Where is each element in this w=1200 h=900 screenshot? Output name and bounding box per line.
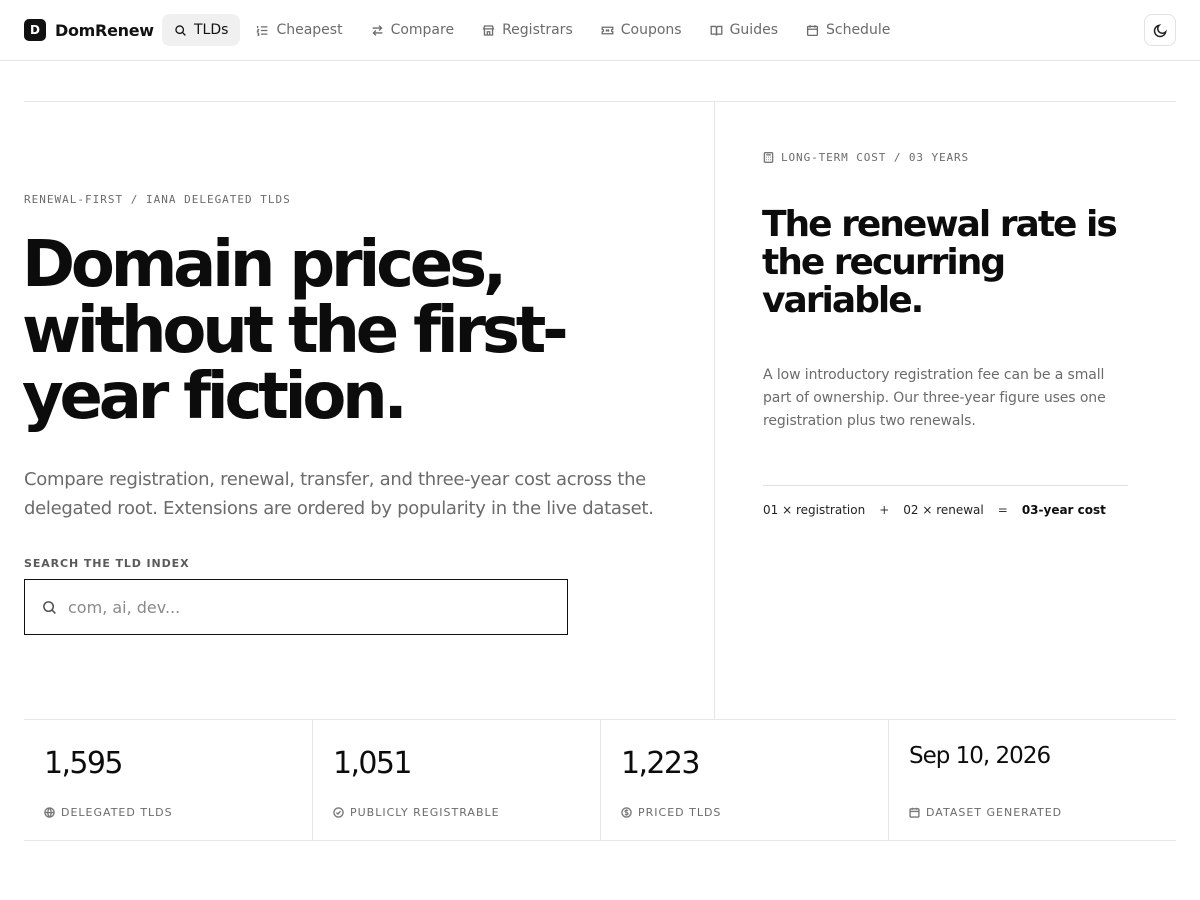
calculator-icon xyxy=(763,152,774,163)
nav-item-label: Compare xyxy=(390,22,455,38)
nav-item-tlds[interactable]: TLDs xyxy=(162,14,241,46)
hero-eyebrow: RENEWAL-FIRST / IANA DELEGATED TLDS xyxy=(24,193,291,206)
stat-publicly-registrable: 1,051 PUBLICLY REGISTRABLE xyxy=(312,720,600,840)
brand-name: DomRenew xyxy=(55,20,154,40)
stat-delegated-tlds: 1,595 DELEGATED TLDS xyxy=(24,720,312,840)
tld-search-box[interactable] xyxy=(24,579,568,635)
formula-term-renewal: 02 × renewal xyxy=(903,503,984,517)
stat-dataset-generated: Sep 10, 2026 DATASET GENERATED xyxy=(888,720,1176,840)
brand-logo[interactable]: D DomRenew xyxy=(24,19,154,41)
nav-item-compare[interactable]: Compare xyxy=(359,14,467,46)
formula-equals: = xyxy=(997,503,1008,517)
store-icon xyxy=(482,24,495,36)
stat-label-text: DELEGATED TLDS xyxy=(61,806,173,819)
arrows-swap-icon xyxy=(372,24,383,36)
dollar-circle-icon xyxy=(621,807,632,818)
list-ordered-icon xyxy=(256,25,268,36)
stat-priced-tlds: 1,223 PRICED TLDS xyxy=(600,720,888,840)
stat-label-text: PUBLICLY REGISTRABLE xyxy=(350,806,500,819)
panel-kicker: LONG-TERM COST / 03 YEARS xyxy=(763,151,969,164)
top-navbar: D DomRenew TLDs Cheapest Compare Registr… xyxy=(0,0,1200,61)
stat-label: PUBLICLY REGISTRABLE xyxy=(333,806,500,819)
stat-value: 1,051 xyxy=(333,746,412,781)
hero-column-divider xyxy=(714,101,715,719)
hero-lede: Compare registration, renewal, transfer,… xyxy=(24,469,654,519)
hero-headline: Domain prices, without the first-year fi… xyxy=(22,228,569,434)
brand-mark: D xyxy=(24,19,46,41)
nav-item-label: TLDs xyxy=(194,22,229,38)
nav-item-label: Cheapest xyxy=(276,22,343,38)
globe-icon xyxy=(44,807,55,818)
stat-value: 1,223 xyxy=(621,746,700,781)
hero-top-divider xyxy=(24,101,1176,102)
moon-icon xyxy=(1153,23,1167,37)
nav-item-coupons[interactable]: Coupons xyxy=(589,14,694,46)
panel-title: The renewal rate is the recurring variab… xyxy=(762,204,1118,321)
ticket-icon xyxy=(601,26,614,34)
calendar-icon xyxy=(806,24,819,36)
stat-label-text: PRICED TLDS xyxy=(638,806,722,819)
panel-divider xyxy=(763,485,1128,486)
nav-item-label: Coupons xyxy=(620,22,682,38)
stat-label: DATASET GENERATED xyxy=(909,806,1062,819)
search-icon xyxy=(43,600,56,614)
theme-toggle-button[interactable] xyxy=(1144,14,1176,46)
nav-item-registrars[interactable]: Registrars xyxy=(470,14,585,46)
stat-label: DELEGATED TLDS xyxy=(44,806,173,819)
stat-label-text: DATASET GENERATED xyxy=(926,806,1063,819)
nav-item-label: Schedule xyxy=(825,22,891,38)
stat-label: PRICED TLDS xyxy=(621,806,721,819)
main-nav: TLDs Cheapest Compare Registrars Coupons… xyxy=(162,14,902,46)
nav-item-label: Registrars xyxy=(502,22,573,38)
nav-item-schedule[interactable]: Schedule xyxy=(794,14,902,46)
formula-term-registration: 01 × registration xyxy=(763,503,866,517)
nav-item-label: Guides xyxy=(729,22,778,38)
panel-body: A low introductory registration fee can … xyxy=(763,367,1106,429)
nav-item-cheapest[interactable]: Cheapest xyxy=(244,14,354,46)
stat-value: Sep 10, 2026 xyxy=(909,743,1051,769)
formula-plus: + xyxy=(879,503,890,517)
tld-search-input[interactable] xyxy=(68,597,528,617)
search-icon xyxy=(175,24,186,36)
panel-kicker-text: LONG-TERM COST / 03 YEARS xyxy=(781,151,970,164)
stats-strip: 1,595 DELEGATED TLDS 1,051 PUBLICLY REGI… xyxy=(24,719,1176,841)
check-circle-icon xyxy=(333,807,344,818)
cost-formula: 01 × registration + 02 × renewal = 03-ye… xyxy=(763,503,1106,517)
nav-item-guides[interactable]: Guides xyxy=(698,14,790,46)
stat-value: 1,595 xyxy=(44,746,123,781)
formula-result: 03-year cost xyxy=(1021,503,1106,517)
calendar-icon xyxy=(909,807,920,818)
search-label: SEARCH THE TLD INDEX xyxy=(24,557,190,570)
book-open-icon xyxy=(710,25,723,36)
